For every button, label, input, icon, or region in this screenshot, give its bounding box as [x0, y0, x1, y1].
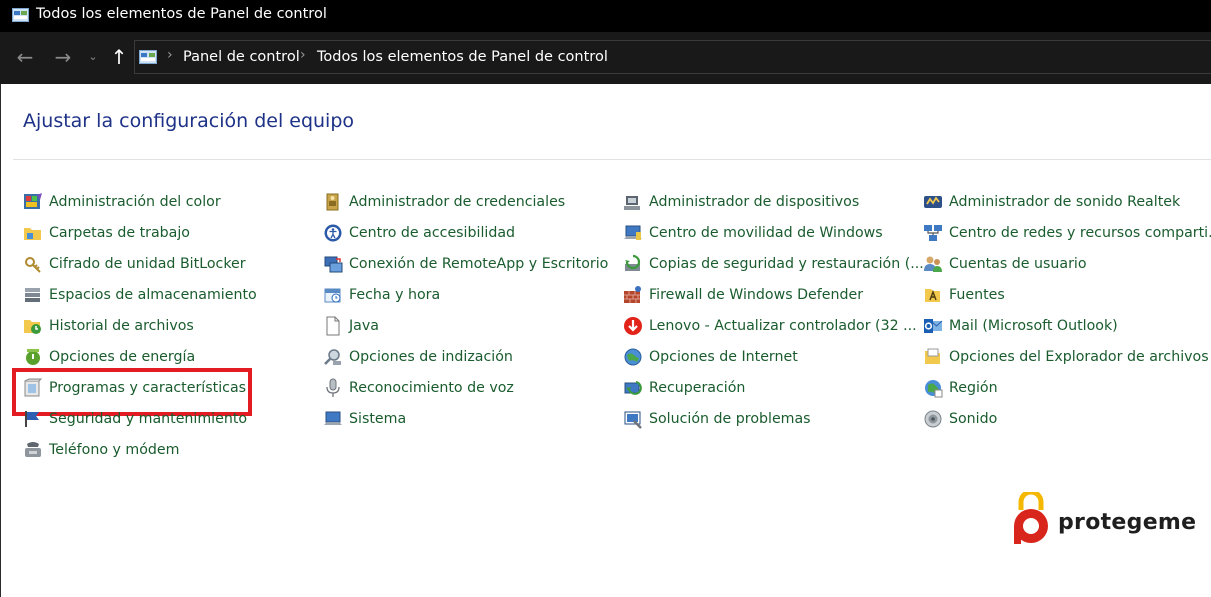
item-label[interactable]: Reconocimiento de voz [349, 378, 514, 398]
item-label[interactable]: Fecha y hora [349, 285, 440, 305]
item-label[interactable]: Centro de accesibilidad [349, 223, 515, 243]
recent-locations-button[interactable]: ⌄ [86, 44, 100, 70]
item-label[interactable]: Administración del color [49, 192, 221, 212]
breadcrumb-panel-de-control[interactable]: Panel de control [183, 49, 300, 65]
control-panel-icon [12, 8, 29, 22]
item-label[interactable]: Opciones del Explorador de archivos [949, 347, 1209, 367]
item-label[interactable]: Región [949, 378, 998, 398]
realtek-audio-icon [924, 196, 942, 208]
item-label[interactable]: Centro de redes y recursos comparti... [949, 223, 1211, 243]
credential-manager-icon [326, 193, 339, 211]
speech-recognition-icon [326, 378, 340, 397]
item-label[interactable]: Historial de archivos [49, 316, 194, 336]
protegeme-logo-text: protegeme [1058, 510, 1197, 535]
recovery-icon [624, 381, 642, 395]
item-label[interactable]: Teléfono y módem [49, 440, 179, 460]
indexing-options-icon [324, 349, 341, 365]
item-label[interactable]: Java [349, 316, 379, 336]
breadcrumb-separator[interactable]: › [167, 47, 173, 63]
internet-options-icon [624, 348, 642, 366]
fonts-icon [925, 289, 940, 302]
explorer-options-icon [925, 348, 940, 364]
lenovo-update-icon [624, 317, 642, 335]
item-label[interactable]: Opciones de Internet [649, 347, 798, 367]
power-options-icon [26, 349, 40, 365]
date-time-icon [324, 288, 341, 303]
item-label[interactable]: Copias de seguridad y restauración (... [649, 254, 924, 274]
work-folders-icon [24, 228, 41, 240]
title-bar: Todos los elementos de Panel de control [0, 0, 1211, 32]
address-bar[interactable]: › Panel de control › Todos los elementos… [134, 40, 1211, 74]
item-label[interactable]: Lenovo - Actualizar controlador (32 ... [649, 316, 917, 336]
ease-of-access-icon [324, 224, 342, 242]
device-manager-icon [624, 196, 640, 210]
color-management-icon [24, 193, 42, 209]
item-label[interactable]: Opciones de indización [349, 347, 513, 367]
region-icon [925, 380, 943, 398]
divider [13, 159, 1211, 160]
control-panel-icon [139, 50, 157, 64]
item-label[interactable]: Administrador de dispositivos [649, 192, 859, 212]
main-content: Ajustar la configuración del equipo Admi… [0, 84, 1211, 597]
remoteapp-icon [324, 256, 343, 273]
mobility-center-icon [624, 225, 642, 240]
item-label[interactable]: Seguridad y mantenimiento [49, 409, 247, 429]
network-sharing-icon [924, 225, 942, 241]
breadcrumb-todos-los-elementos[interactable]: Todos los elementos de Panel de control [317, 49, 608, 65]
security-maintenance-icon [25, 411, 39, 427]
item-label[interactable]: Firewall de Windows Defender [649, 285, 863, 305]
forward-button[interactable]: → [50, 44, 76, 70]
item-label[interactable]: Mail (Microsoft Outlook) [949, 316, 1118, 336]
mail-icon [924, 319, 943, 333]
user-accounts-icon [924, 256, 942, 272]
protegeme-lock-icon [1014, 492, 1048, 544]
item-label[interactable]: Espacios de almacenamiento [49, 285, 257, 305]
window-title: Todos los elementos de Panel de control [36, 6, 327, 22]
bitlocker-icon [25, 257, 41, 273]
firewall-icon [624, 286, 641, 303]
item-label[interactable]: Cuentas de usuario [949, 254, 1087, 274]
item-label[interactable]: Solución de problemas [649, 409, 811, 429]
sound-icon [924, 410, 942, 428]
item-label[interactable]: Sonido [949, 409, 997, 429]
page-title: Ajustar la configuración del equipo [23, 110, 355, 132]
item-label[interactable]: Administrador de credenciales [349, 192, 565, 212]
item-label[interactable]: Opciones de energía [49, 347, 195, 367]
backup-restore-icon [625, 254, 641, 271]
back-button[interactable]: ← [12, 44, 38, 70]
item-label[interactable]: Fuentes [949, 285, 1005, 305]
phone-modem-icon [25, 442, 41, 457]
navigation-bar: ← → ⌄ ↑ › Panel de control › Todos los e… [0, 32, 1211, 84]
item-label[interactable]: Conexión de RemoteApp y Escritorio [349, 254, 608, 274]
system-icon [324, 411, 342, 425]
protegeme-logo: protegeme [1011, 492, 1196, 548]
file-history-icon [24, 320, 41, 334]
item-label[interactable]: Carpetas de trabajo [49, 223, 190, 243]
item-label[interactable]: Administrador de sonido Realtek [949, 192, 1180, 212]
item-label[interactable]: Centro de movilidad de Windows [649, 223, 883, 243]
up-button[interactable]: ↑ [106, 44, 132, 70]
java-icon [326, 316, 340, 336]
programs-features-icon [24, 378, 43, 397]
storage-spaces-icon [25, 288, 40, 302]
item-label[interactable]: Sistema [349, 409, 406, 429]
troubleshooting-icon [624, 411, 642, 429]
item-label[interactable]: Recuperación [649, 378, 745, 398]
breadcrumb-separator[interactable]: › [300, 47, 306, 63]
item-label[interactable]: Cifrado de unidad BitLocker [49, 254, 246, 274]
item-label[interactable]: Programas y características [49, 378, 246, 398]
